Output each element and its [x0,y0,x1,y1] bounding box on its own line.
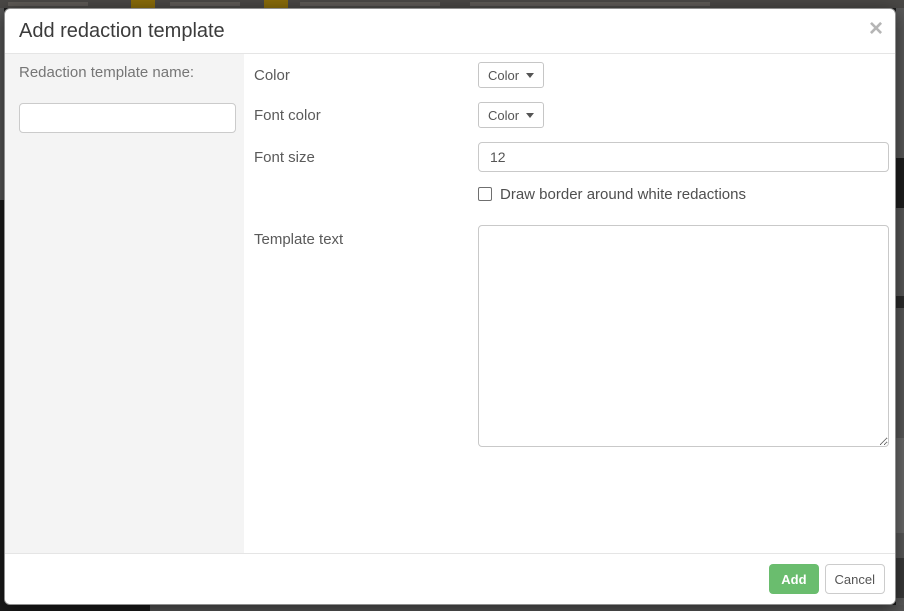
font-color-dropdown[interactable]: Color [478,102,544,128]
caret-down-icon [526,113,534,118]
backdrop-bottom-strip [150,605,904,611]
backdrop-patch [896,558,904,598]
font-color-dropdown-label: Color [488,108,519,123]
font-size-row: Font size [254,142,889,172]
backdrop-text-remnant [470,2,710,6]
color-dropdown[interactable]: Color [478,62,544,88]
backdrop-folder-icon [264,0,288,8]
template-name-panel: Redaction template name: [5,54,244,553]
backdrop-text-remnant [170,2,240,6]
dialog-title: Add redaction template [19,20,225,43]
font-color-row: Font color Color [254,102,889,128]
template-text-row: Template text [254,225,889,447]
font-color-label: Font color [254,107,478,124]
template-text-textarea[interactable] [478,225,889,447]
draw-border-checkbox[interactable] [478,187,492,201]
dialog-header: Add redaction template × [5,9,895,54]
add-redaction-template-dialog: Add redaction template × Redaction templ… [4,8,896,605]
dialog-body: Redaction template name: Color Color Fon… [5,54,895,553]
template-name-label: Redaction template name: [19,64,236,81]
template-name-input[interactable] [19,103,236,133]
draw-border-row: Draw border around white redactions [478,186,889,202]
backdrop-text-remnant [8,2,88,6]
color-label: Color [254,67,478,84]
template-text-label: Template text [254,225,478,248]
caret-down-icon [526,73,534,78]
cancel-button[interactable]: Cancel [825,564,885,594]
backdrop-text-remnant [300,2,440,6]
draw-border-label: Draw border around white redactions [500,186,746,203]
backdrop-patch [896,158,904,208]
backdrop-patch [896,438,904,533]
color-row: Color Color [254,62,889,88]
backdrop-patch [896,296,904,308]
color-dropdown-label: Color [488,68,519,83]
backdrop-right-strip [896,8,904,605]
font-size-label: Font size [254,149,478,166]
add-button[interactable]: Add [769,564,818,594]
backdrop-folder-icon [131,0,155,8]
font-size-input[interactable] [478,142,889,172]
close-icon[interactable]: × [869,17,883,41]
template-settings-form: Color Color Font color Color Font size [244,54,895,553]
backdrop-top-strip [0,0,904,8]
dialog-footer: Add Cancel [5,553,895,604]
